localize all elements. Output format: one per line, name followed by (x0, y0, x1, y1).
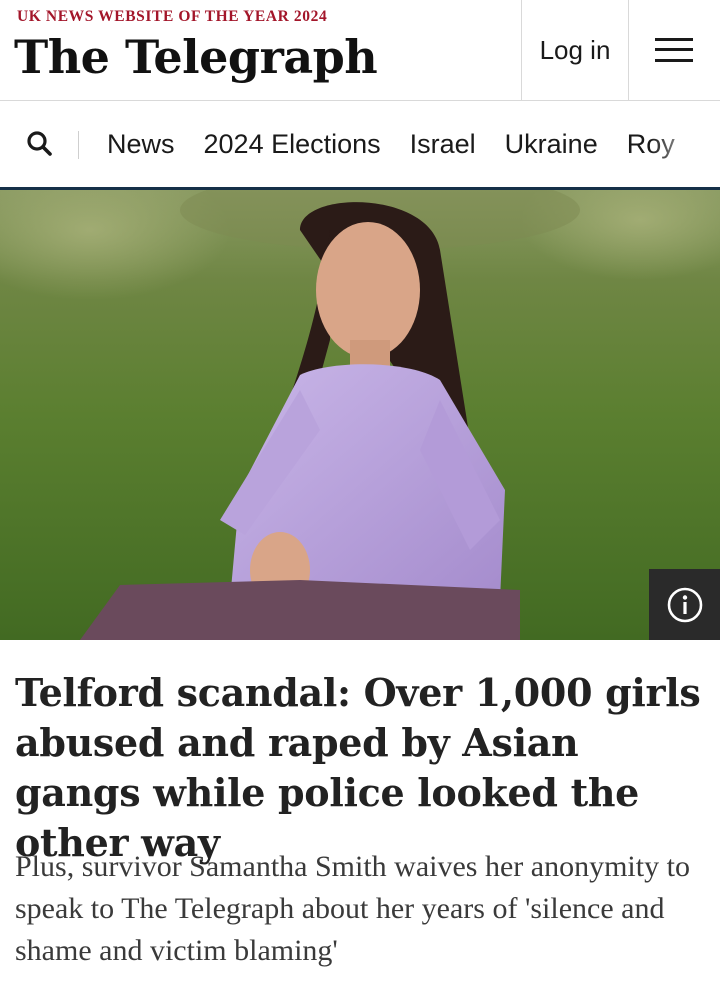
section-nav: News 2024 Elections Israel Ukraine Roy (0, 101, 720, 190)
login-button[interactable]: Log in (521, 0, 629, 100)
award-tagline: UK NEWS WEBSITE OF THE YEAR 2024 (17, 8, 328, 25)
info-icon (667, 587, 702, 622)
image-info-button[interactable] (649, 569, 720, 640)
nav-item-israel[interactable]: Israel (410, 129, 476, 160)
hero-photo (0, 190, 720, 640)
nav-item-2024-elections[interactable]: 2024 Elections (204, 129, 381, 160)
search-icon (27, 131, 52, 156)
nav-item-ukraine[interactable]: Ukraine (505, 129, 598, 160)
site-header: UK NEWS WEBSITE OF THE YEAR 2024 The Tel… (0, 0, 720, 101)
article-standfirst: Plus, survivor Samantha Smith waives her… (15, 850, 690, 967)
article-headline[interactable]: Telford scandal: Over 1,000 girls abused… (15, 668, 705, 868)
nav-divider (78, 131, 79, 159)
search-button[interactable] (25, 129, 55, 159)
nav-item-news[interactable]: News (107, 129, 175, 160)
nav-scroll-fade (650, 101, 720, 187)
hero-image (0, 190, 720, 640)
nav-items: News 2024 Elections Israel Ukraine Roy (107, 101, 704, 187)
menu-icon (655, 38, 693, 62)
menu-button[interactable] (628, 0, 720, 100)
site-logo[interactable]: The Telegraph (14, 30, 378, 84)
